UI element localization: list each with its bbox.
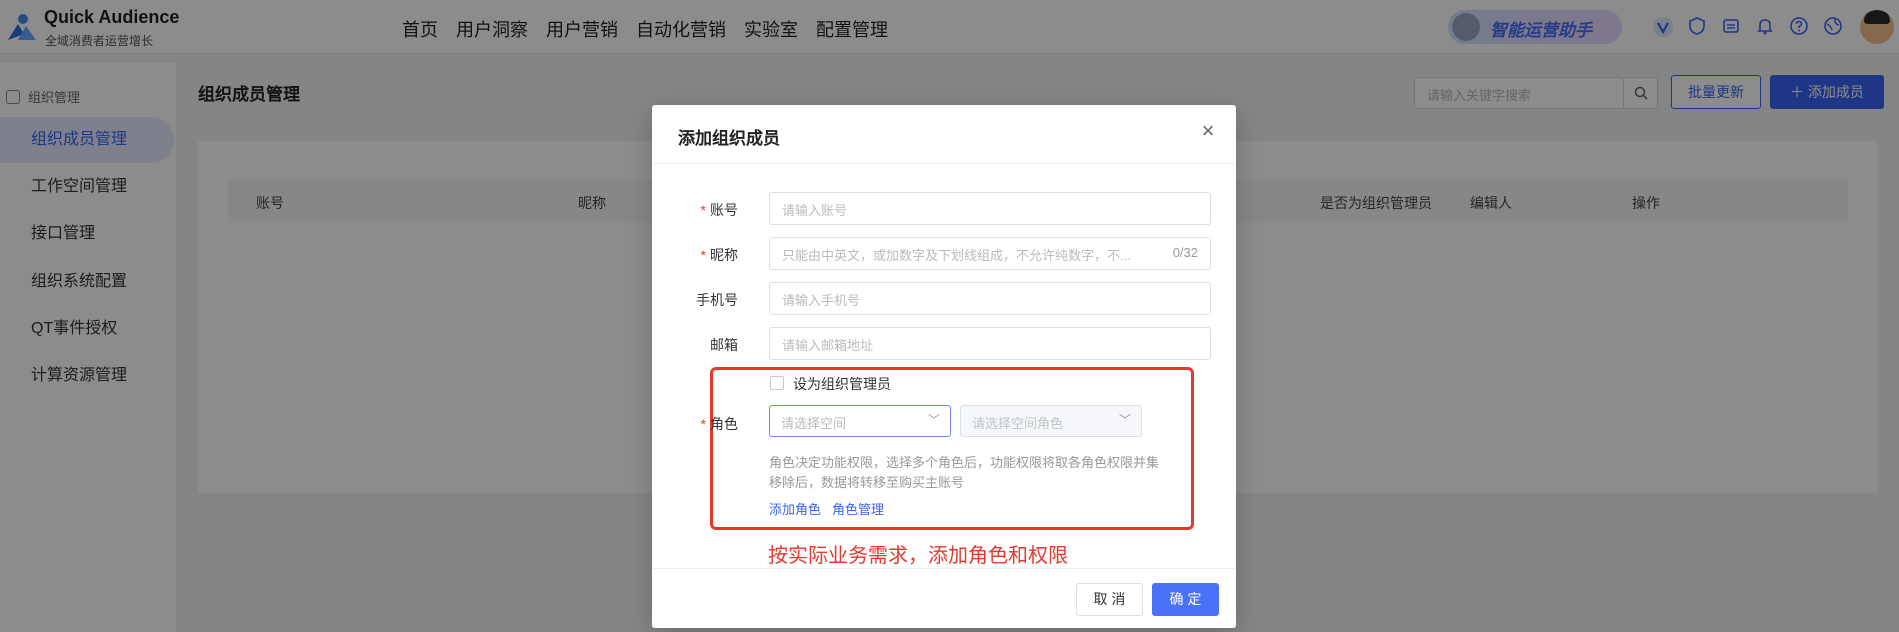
nickname-char-count: 0/32 bbox=[1166, 245, 1198, 260]
dialog-divider bbox=[652, 163, 1236, 164]
admin-checkbox-label[interactable]: 设为组织管理员 bbox=[793, 374, 891, 394]
add-role-link[interactable]: 添加角色 bbox=[769, 499, 821, 518]
role-label: * 角色 bbox=[700, 416, 738, 432]
space-select-placeholder: 请选择空间 bbox=[781, 416, 847, 431]
annotation-text: 按实际业务需求，添加角色和权限 bbox=[768, 545, 1068, 567]
cancel-button[interactable]: 取 消 bbox=[1076, 583, 1143, 616]
chevron-down-icon: ﹀ bbox=[927, 413, 940, 427]
admin-checkbox[interactable] bbox=[770, 376, 784, 390]
dialog-title: 添加组织成员 bbox=[678, 129, 780, 148]
email-label: 邮箱 bbox=[710, 337, 738, 353]
role-hint-line2: 移除后，数据将转移至购买主账号 bbox=[769, 475, 965, 490]
nickname-label: * 昵称 bbox=[700, 247, 738, 263]
space-role-select-placeholder: 请选择空间角色 bbox=[972, 416, 1064, 431]
space-role-select[interactable]: 请选择空间角色 ﹀ bbox=[960, 405, 1142, 437]
dialog-footer-divider bbox=[652, 568, 1236, 569]
confirm-button[interactable]: 确 定 bbox=[1152, 583, 1219, 616]
nickname-placeholder: 只能由中英文，或加数字及下划线组成，不允许纯数字，不... bbox=[782, 248, 1131, 263]
nickname-input[interactable]: 只能由中英文，或加数字及下划线组成，不允许纯数字，不... 0/32 bbox=[769, 237, 1211, 270]
account-label: * 账号 bbox=[700, 202, 738, 218]
chevron-down-icon: ﹀ bbox=[1118, 413, 1131, 427]
role-hint-line1: 角色决定功能权限，选择多个角色后，功能权限将取各角色权限并集 bbox=[769, 455, 1160, 470]
account-input[interactable]: 请输入账号 bbox=[769, 192, 1211, 225]
phone-input[interactable]: 请输入手机号 bbox=[769, 282, 1211, 315]
close-icon[interactable]: × bbox=[1196, 119, 1220, 143]
phone-label: 手机号 bbox=[696, 292, 738, 308]
email-input[interactable]: 请输入邮箱地址 bbox=[769, 327, 1211, 360]
space-select[interactable]: 请选择空间 ﹀ bbox=[769, 405, 951, 437]
role-manage-link[interactable]: 角色管理 bbox=[832, 499, 884, 518]
add-member-dialog: 添加组织成员 × * 账号 请输入账号 * 昵称 只能由中英文，或加数字及下划线组成… bbox=[652, 105, 1236, 628]
